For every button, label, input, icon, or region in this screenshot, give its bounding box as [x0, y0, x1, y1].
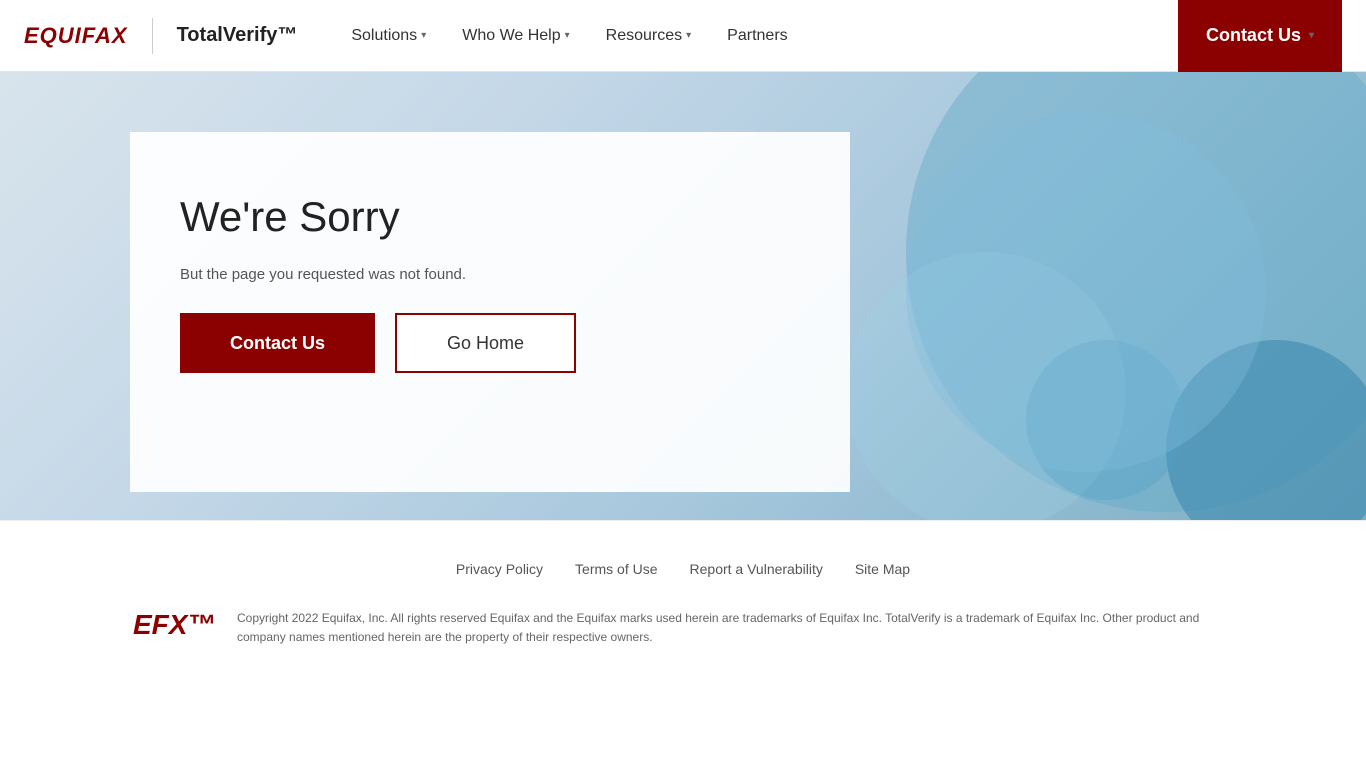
equifax-logo[interactable]: EQUIFAX [24, 23, 128, 49]
nav-resources[interactable]: Resources ▾ [592, 19, 706, 53]
footer-links: Privacy Policy Terms of Use Report a Vul… [24, 561, 1342, 577]
nav-who-we-help[interactable]: Who We Help ▾ [448, 19, 583, 53]
logo-divider [152, 18, 153, 54]
footer-copyright: Copyright 2022 Equifax, Inc. All rights … [237, 609, 1233, 647]
nav-solutions[interactable]: Solutions ▾ [337, 19, 440, 53]
efx-logo: EFX™ [133, 609, 213, 641]
error-card: We're Sorry But the page you requested w… [130, 132, 850, 492]
header-contact-us-button[interactable]: Contact Us ▾ [1178, 0, 1342, 72]
error-contact-us-button[interactable]: Contact Us [180, 313, 375, 373]
totalverify-wordmark: TotalVerify™ [177, 24, 298, 47]
chevron-down-icon: ▾ [686, 30, 691, 41]
chevron-down-icon: ▾ [421, 30, 426, 41]
hero-section: We're Sorry But the page you requested w… [0, 72, 1366, 520]
equifax-wordmark: EQUIFAX [24, 23, 128, 49]
footer-site-map[interactable]: Site Map [855, 561, 910, 577]
error-subtitle: But the page you requested was not found… [180, 266, 800, 283]
error-go-home-button[interactable]: Go Home [395, 313, 576, 373]
chevron-down-icon: ▾ [1309, 30, 1314, 41]
footer-bottom: EFX™ Copyright 2022 Equifax, Inc. All ri… [133, 609, 1233, 647]
site-footer: Privacy Policy Terms of Use Report a Vul… [0, 520, 1366, 687]
site-header: EQUIFAX TotalVerify™ Solutions ▾ Who We … [0, 0, 1366, 72]
error-title: We're Sorry [180, 192, 800, 242]
main-nav: Solutions ▾ Who We Help ▾ Resources ▾ Pa… [337, 19, 1178, 53]
error-buttons: Contact Us Go Home [180, 313, 800, 373]
footer-privacy-policy[interactable]: Privacy Policy [456, 561, 543, 577]
logo-area: EQUIFAX TotalVerify™ [24, 18, 297, 54]
nav-partners[interactable]: Partners [713, 19, 801, 53]
footer-terms-of-use[interactable]: Terms of Use [575, 561, 657, 577]
footer-report-vulnerability[interactable]: Report a Vulnerability [690, 561, 823, 577]
chevron-down-icon: ▾ [565, 30, 570, 41]
decorative-circle-3 [1026, 340, 1186, 500]
decorative-circle-2 [1166, 340, 1366, 520]
